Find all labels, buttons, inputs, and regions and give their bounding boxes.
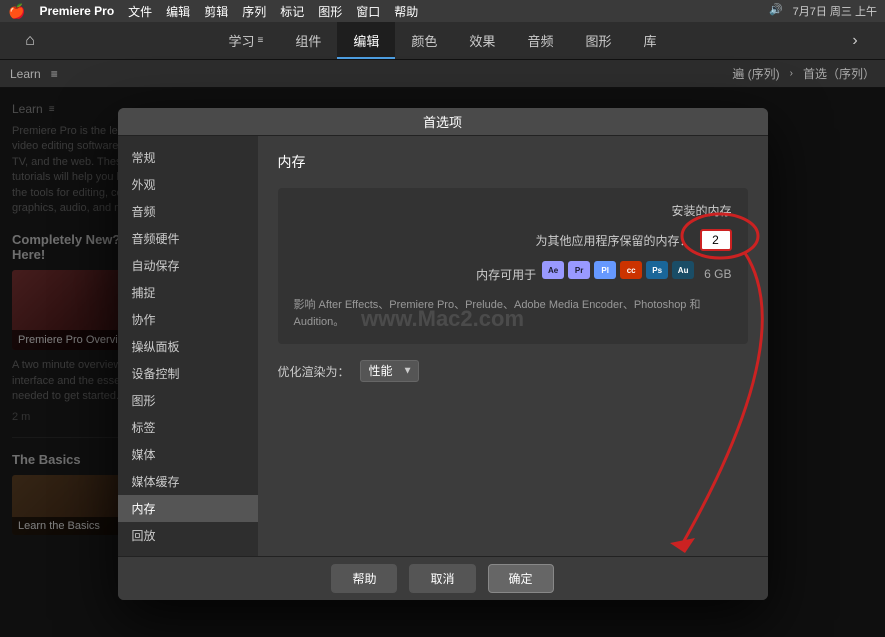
tab-effects[interactable]: 效果: [453, 22, 511, 59]
tab-audio[interactable]: 音频: [511, 22, 569, 59]
tab-graphics[interactable]: 图形: [569, 22, 627, 59]
learn-label: Learn: [10, 67, 41, 81]
tab-edit[interactable]: 编辑: [337, 22, 395, 59]
app-icons-container: 内存可用于 Ae Pr Pl cc Ps Au 6 GB: [294, 261, 732, 287]
dialog-content: 内存 安装的内存 为其他应用程序保留的内存： 内存可用于: [258, 136, 768, 556]
tab-components[interactable]: 组件: [279, 22, 337, 59]
sidebar-item-control-panel[interactable]: 操纵面板: [118, 333, 258, 360]
sidebar-item-sync[interactable]: 同步设置: [118, 549, 258, 556]
tab-learn-chevron: ≡: [258, 35, 264, 46]
menu-clip[interactable]: 剪辑: [204, 3, 228, 20]
cancel-button[interactable]: 取消: [409, 564, 475, 593]
menu-items: 文件 编辑 剪辑 序列 标记 图形 窗口 帮助: [128, 3, 755, 20]
menu-icon[interactable]: ≡: [51, 67, 58, 81]
menu-sequence[interactable]: 序列: [242, 3, 266, 20]
installed-memory-row: 安装的内存: [294, 202, 732, 219]
installed-label: 安装的内存: [671, 202, 731, 219]
dialog-footer: 帮助 取消 确定: [118, 556, 768, 600]
menubar-right: 🔊 7月7日 周三 上午: [769, 3, 877, 19]
help-button[interactable]: 帮助: [331, 564, 397, 593]
memory-section: 安装的内存 为其他应用程序保留的内存： 内存可用于 Ae Pr: [278, 188, 748, 344]
ae-icon: Ae: [542, 261, 564, 279]
pl-icon: Pl: [594, 261, 616, 279]
toolbar2: Learn ≡ 遍 (序列) › 首选（序列）: [0, 60, 885, 88]
menu-help[interactable]: 帮助: [394, 3, 418, 20]
menu-edit[interactable]: 编辑: [166, 3, 190, 20]
dialog-body: 常规 外观 音频 音频硬件 自动保存 捕捉 协作 操纵面板 设备控制 图形 标签…: [118, 136, 768, 556]
tab-color[interactable]: 颜色: [395, 22, 453, 59]
sidebar-item-appearance[interactable]: 外观: [118, 171, 258, 198]
sidebar-item-device-control[interactable]: 设备控制: [118, 360, 258, 387]
sidebar-item-labels[interactable]: 标签: [118, 414, 258, 441]
app-name: Premiere Pro: [39, 4, 114, 18]
confirm-button[interactable]: 确定: [488, 564, 554, 593]
breadcrumb-2: 首选（序列）: [803, 65, 875, 82]
app-memory-value: 6 GB: [704, 267, 731, 281]
sidebar-item-memory[interactable]: 内存: [118, 495, 258, 522]
ps-icon: Ps: [646, 261, 668, 279]
volume-icon[interactable]: 🔊: [769, 3, 783, 19]
cc-icon: cc: [620, 261, 642, 279]
sidebar-item-playback[interactable]: 回放: [118, 522, 258, 549]
optimize-select-wrapper: 性能 内存 ▼: [360, 360, 419, 382]
app-icons-row: Ae Pr Pl cc Ps Au: [542, 261, 694, 279]
home-icon[interactable]: ⌂: [25, 32, 35, 50]
dialog-sidebar: 常规 外观 音频 音频硬件 自动保存 捕捉 协作 操纵面板 设备控制 图形 标签…: [118, 136, 258, 556]
tab-learn[interactable]: 学习 ≡: [213, 22, 280, 59]
datetime: 7月7日 周三 上午: [793, 3, 877, 19]
tab-library[interactable]: 库: [627, 22, 672, 59]
sidebar-item-media-cache[interactable]: 媒体缓存: [118, 468, 258, 495]
optimize-row: 优化渲染为： 性能 内存 ▼: [278, 360, 748, 382]
sidebar-item-audio[interactable]: 音频: [118, 198, 258, 225]
more-icon[interactable]: ›: [852, 32, 857, 50]
sidebar-item-audio-hardware[interactable]: 音频硬件: [118, 225, 258, 252]
sidebar-item-autosave[interactable]: 自动保存: [118, 252, 258, 279]
reserved-memory-input[interactable]: [700, 229, 732, 251]
preferences-dialog: 首选项 常规 外观 音频 音频硬件 自动保存 捕捉 协作 操纵面板 设备控制 图…: [118, 108, 768, 600]
menu-graphics[interactable]: 图形: [318, 3, 342, 20]
sidebar-item-capture[interactable]: 捕捉: [118, 279, 258, 306]
available-label: 内存可用于: [476, 266, 536, 283]
reserved-label: 为其他应用程序保留的内存：: [535, 232, 691, 249]
memory-note: 影响 After Effects、Premiere Pro、Prelude、Ad…: [294, 297, 732, 330]
sidebar-item-graphics[interactable]: 图形: [118, 387, 258, 414]
apple-logo[interactable]: 🍎: [8, 3, 25, 20]
menu-file[interactable]: 文件: [128, 3, 152, 20]
sidebar-item-media[interactable]: 媒体: [118, 441, 258, 468]
sidebar-item-collab[interactable]: 协作: [118, 306, 258, 333]
breadcrumb-1: 遍 (序列): [732, 65, 779, 82]
breadcrumb-sep: ›: [790, 68, 793, 79]
reserved-memory-row: 为其他应用程序保留的内存：: [294, 229, 732, 251]
pr-icon: Pr: [568, 261, 590, 279]
toolbar-tabs: 学习 ≡ 组件 编辑 颜色 效果 音频 图形 库: [60, 22, 825, 59]
main-area: Learn ≡ Premiere Pro is the leading vide…: [0, 88, 885, 637]
modal-overlay: 首选项 常规 外观 音频 音频硬件 自动保存 捕捉 协作 操纵面板 设备控制 图…: [0, 88, 885, 637]
optimize-select[interactable]: 性能 内存: [360, 360, 419, 382]
dialog-titlebar: 首选项: [118, 108, 768, 136]
dialog-title: 首选项: [423, 112, 462, 131]
menu-mark[interactable]: 标记: [280, 3, 304, 20]
toolbar-left: ⌂: [0, 32, 60, 50]
content-title: 内存: [278, 152, 748, 172]
menubar: 🍎 Premiere Pro 文件 编辑 剪辑 序列 标记 图形 窗口 帮助 🔊…: [0, 0, 885, 22]
toolbar-right: ›: [825, 32, 885, 50]
app-toolbar: ⌂ 学习 ≡ 组件 编辑 颜色 效果 音频 图形 库 ›: [0, 22, 885, 60]
sidebar-item-general[interactable]: 常规: [118, 144, 258, 171]
optimize-label: 优化渲染为：: [278, 363, 350, 380]
au-icon: Au: [672, 261, 694, 279]
menu-window[interactable]: 窗口: [356, 3, 380, 20]
